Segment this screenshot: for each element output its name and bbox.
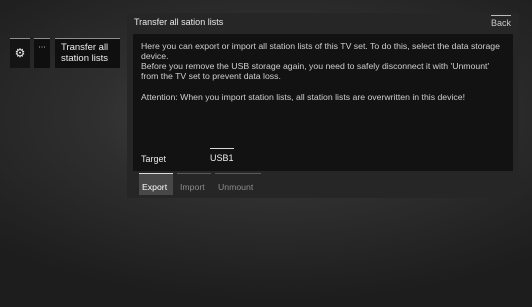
more-dots-icon: ··· — [38, 43, 46, 52]
more-options-tile[interactable]: ··· — [34, 38, 50, 68]
settings-tile[interactable]: ⚙ — [10, 38, 30, 68]
warning-text: Attention: When you import station lists… — [141, 92, 465, 102]
tab-export[interactable]: Export — [139, 173, 173, 195]
back-button[interactable]: Back — [490, 15, 511, 28]
tab-import[interactable]: Import — [177, 173, 211, 195]
tab-unmount[interactable]: Unmount — [215, 173, 261, 195]
dialog-content: Here you can export or import all statio… — [133, 34, 513, 171]
gear-icon: ⚙ — [14, 46, 26, 60]
unmount-note-text: Before you remove the USB storage again,… — [141, 61, 490, 82]
target-label: Target — [141, 154, 167, 164]
dialog-title: Transfer all sation lists — [134, 17, 224, 27]
nav-item-transfer-station-lists[interactable]: Transfer all station lists — [55, 38, 120, 68]
nav-item-label: Transfer all station lists — [61, 42, 109, 64]
target-selector[interactable]: USB1 — [210, 148, 234, 163]
transfer-dialog: Transfer all sation lists Back Here you … — [127, 13, 519, 198]
dialog-header: Transfer all sation lists Back — [127, 13, 519, 33]
info-text: Here you can export or import all statio… — [141, 41, 500, 62]
